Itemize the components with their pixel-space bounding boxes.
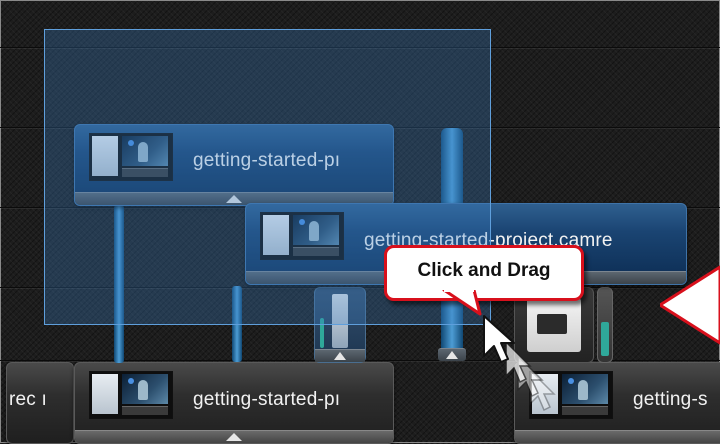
click-and-drag-callout: Click and Drag bbox=[384, 245, 584, 301]
clip-label: getting-s bbox=[633, 389, 708, 410]
clip-label: getting-started-pı bbox=[193, 389, 341, 410]
timeline-clip-left-partial[interactable]: rec ı bbox=[6, 362, 74, 444]
collapse-triangle-icon[interactable] bbox=[445, 350, 459, 360]
clip-footer bbox=[75, 430, 393, 443]
callout-text: Click and Drag bbox=[417, 260, 551, 281]
collapse-triangle-icon[interactable] bbox=[333, 351, 347, 361]
clip-label: rec ı bbox=[9, 389, 47, 410]
collapse-triangle-icon[interactable] bbox=[225, 432, 243, 442]
clip-footer bbox=[515, 430, 720, 443]
connector-footer bbox=[438, 348, 466, 361]
callout-tail bbox=[442, 290, 482, 316]
clip-thumbnail bbox=[89, 371, 173, 419]
media-marker bbox=[597, 287, 613, 363]
timeline-clip-bottom[interactable]: getting-started-pı bbox=[74, 362, 394, 444]
mouse-pointer-icon bbox=[483, 315, 556, 412]
callout-arrow-icon bbox=[660, 265, 720, 345]
